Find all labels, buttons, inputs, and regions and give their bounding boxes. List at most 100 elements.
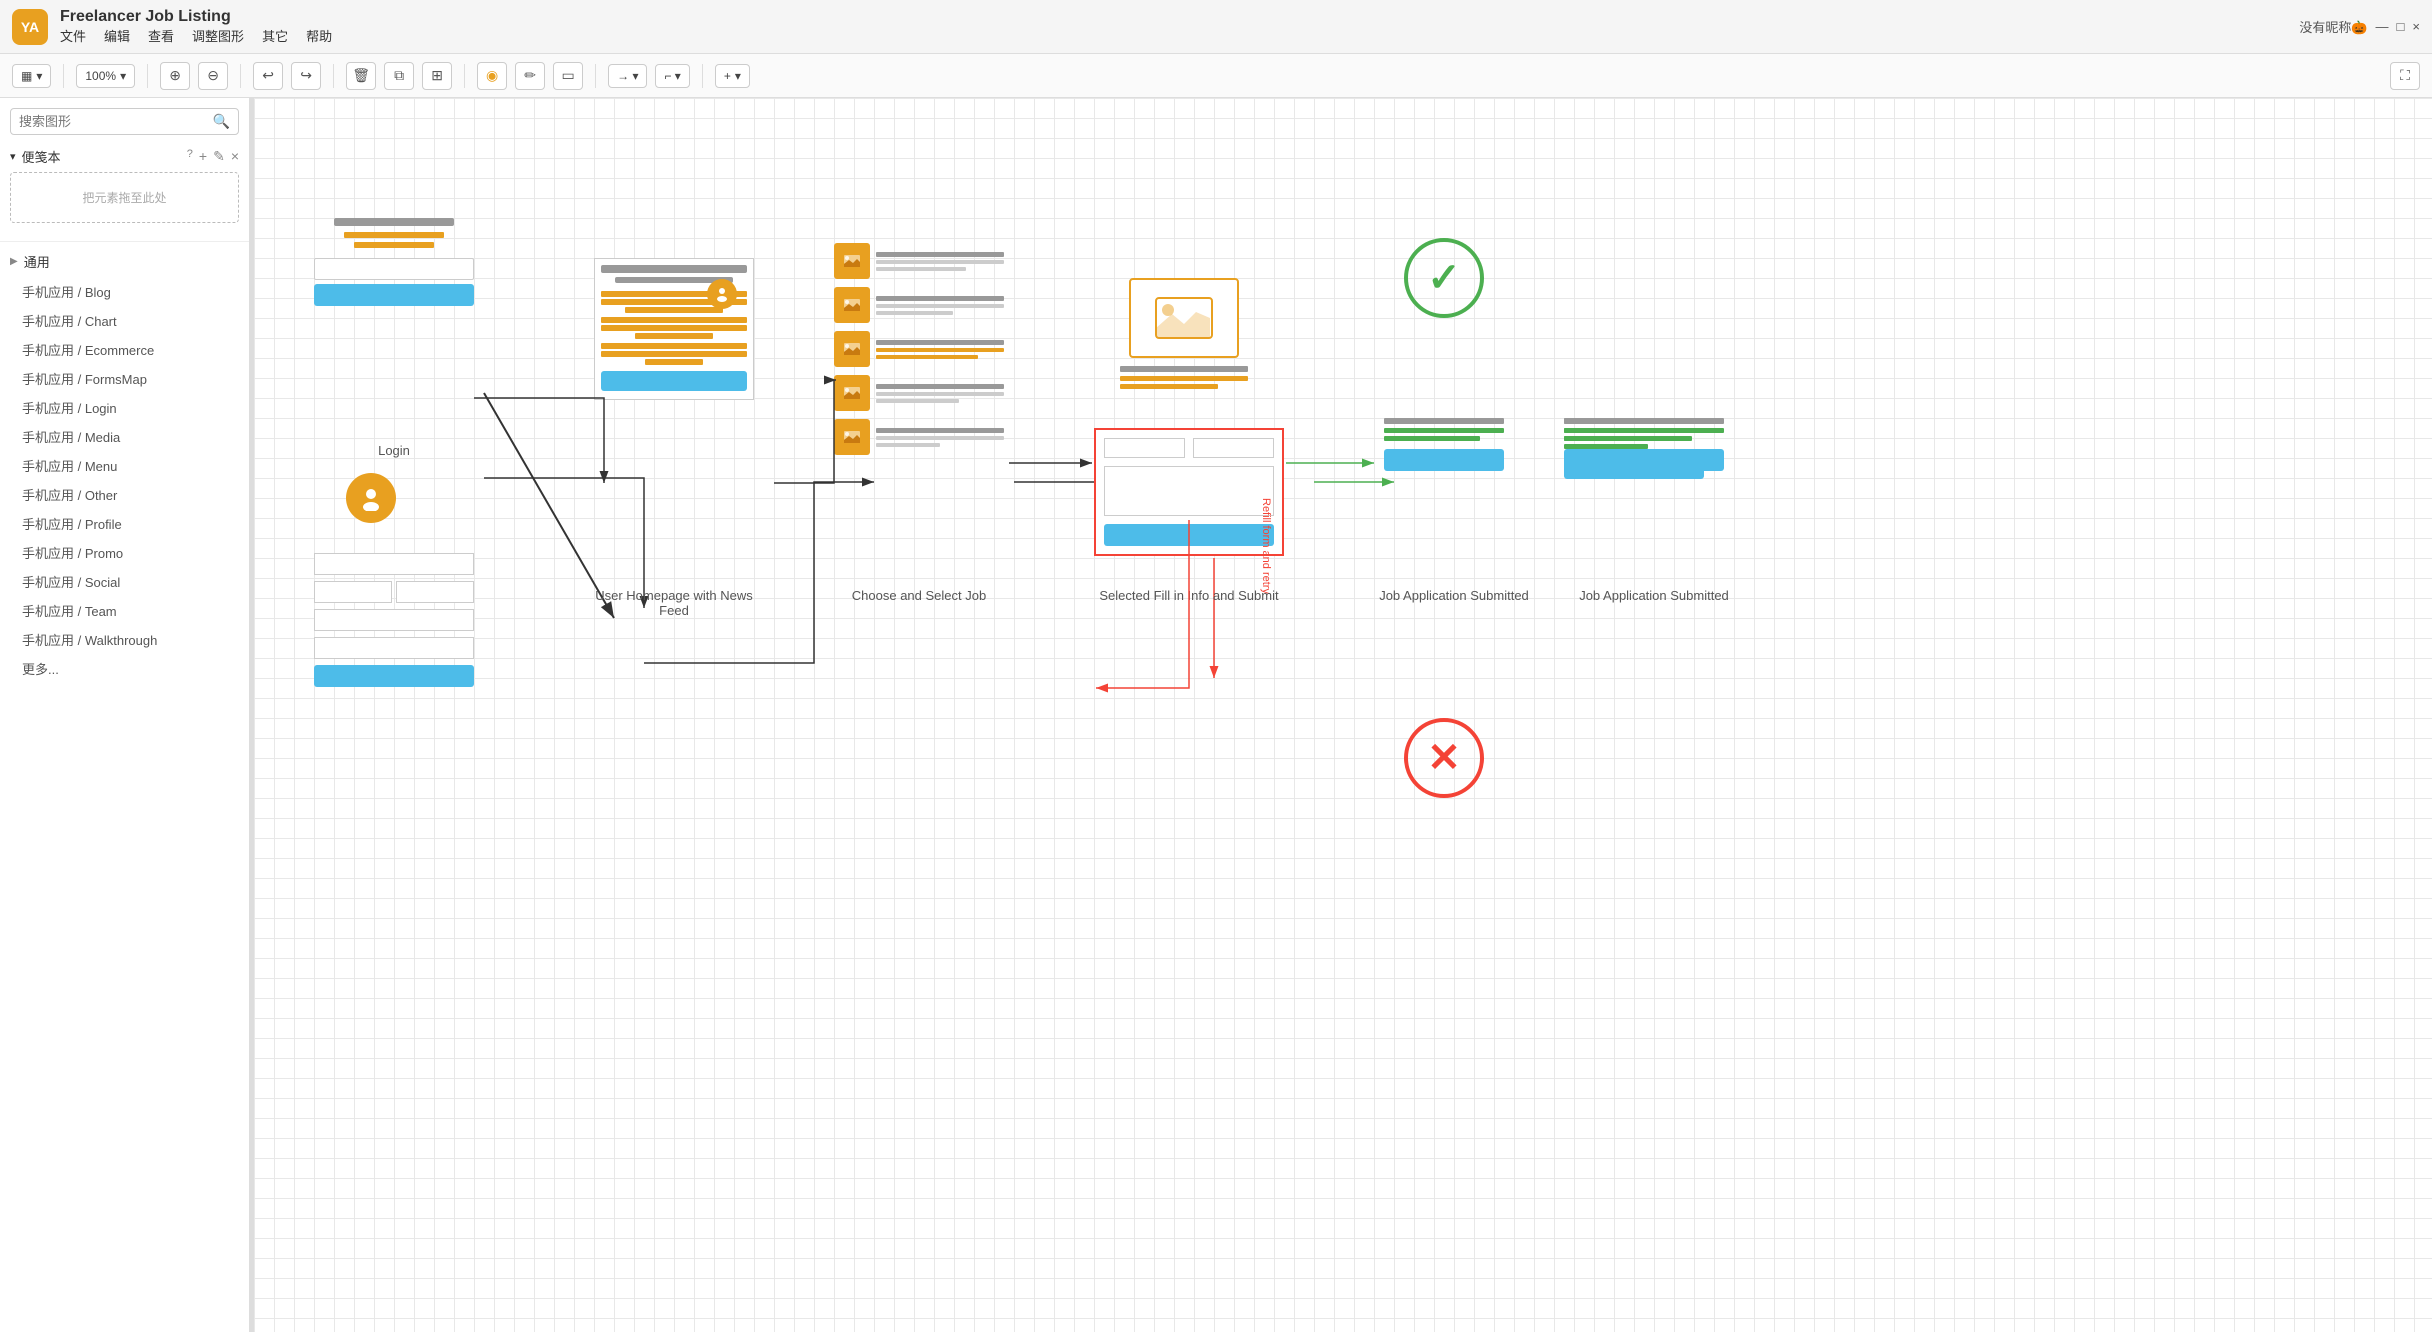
- search-bar[interactable]: 🔍: [10, 108, 239, 135]
- scratchpad-section: ▾ 便笺本 ? + ✎ × 把元素拖至此处: [0, 141, 249, 237]
- layout-arrow: ▾: [36, 69, 42, 83]
- paste-button[interactable]: ⊞: [422, 62, 452, 90]
- final-page-bars: [1564, 418, 1724, 471]
- fi-submit-btn: [1104, 524, 1274, 546]
- zoom-in-icon: ⊕: [169, 67, 181, 84]
- sidebar-item-mobile-social[interactable]: 手机应用 / Social: [0, 567, 249, 596]
- arrow-bent-icon: ⌐ ▾: [664, 69, 680, 83]
- sub-line1: [1384, 428, 1504, 433]
- choose-job-mockup: [834, 243, 1004, 459]
- window-close[interactable]: ×: [2412, 19, 2420, 34]
- jt1-line3: [876, 267, 966, 271]
- sidebar-item-mobile-menu[interactable]: 手机应用 / Menu: [0, 451, 249, 480]
- menu-bar[interactable]: 文件 编辑 查看 调整图形 其它 帮助: [60, 26, 332, 45]
- job-item-5: [834, 419, 1004, 455]
- sidebar-item-mobile-walkthrough[interactable]: 手机应用 / Walkthrough: [0, 625, 249, 654]
- jt3-line1: [876, 340, 1004, 345]
- refill-label: Refill form and retry: [1260, 498, 1272, 594]
- jt5-line2: [876, 436, 1004, 440]
- login-sub-bar: [344, 232, 444, 238]
- jt5-line3: [876, 443, 940, 447]
- window-maximize[interactable]: □: [2397, 19, 2405, 34]
- sidebar-item-mobile-media[interactable]: 手机应用 / Media: [0, 422, 249, 451]
- sidebar-item-more[interactable]: 更多...: [0, 654, 249, 683]
- copy-button[interactable]: ⧉: [384, 62, 414, 90]
- fill-button[interactable]: ◉: [477, 62, 507, 90]
- canvas-arrows: [254, 98, 2432, 1332]
- sidebar-item-general[interactable]: ▶ 通用: [0, 246, 249, 277]
- hp-feed9: [645, 359, 703, 365]
- sidebar-item-mobile-formsmap[interactable]: 手机应用 / FormsMap: [0, 364, 249, 393]
- sidebar-item-mobile-blog[interactable]: 手机应用 / Blog: [0, 277, 249, 306]
- zoom-level[interactable]: 100% ▾: [76, 64, 135, 88]
- zoom-arrow: ▾: [120, 69, 126, 83]
- stroke-button[interactable]: ✏: [515, 62, 545, 90]
- arrow-bent-button[interactable]: ⌐ ▾: [655, 64, 689, 88]
- delete-button[interactable]: 🗑: [346, 62, 376, 90]
- layout-icon: ▦: [21, 69, 32, 83]
- user-name: 没有昵称🎃: [2299, 17, 2367, 36]
- jt2-line1: [876, 296, 1004, 301]
- menu-file[interactable]: 文件: [60, 26, 86, 45]
- fill-info-label: Selected Fill in Info and Submit: [1084, 588, 1294, 603]
- fullscreen-button[interactable]: ⛶: [2390, 62, 2420, 90]
- hp-cta-btn: [601, 371, 747, 391]
- search-icon[interactable]: 🔍: [213, 113, 230, 130]
- scratchpad-arrow[interactable]: ▾: [10, 150, 16, 163]
- layout-button[interactable]: ▦ ▾: [12, 64, 51, 88]
- app-title: Freelancer Job Listing: [60, 8, 332, 26]
- add-button[interactable]: + ▾: [715, 64, 750, 88]
- zoom-out-button[interactable]: ⊖: [198, 62, 228, 90]
- arrow-straight-icon: → ▾: [617, 69, 638, 83]
- hp-avatar-icon: [714, 286, 730, 302]
- canvas[interactable]: Login: [254, 98, 2432, 1332]
- sidebar-item-mobile-promo[interactable]: 手机应用 / Promo: [0, 538, 249, 567]
- hp-feed5: [601, 325, 747, 331]
- sidebar-item-mobile-other[interactable]: 手机应用 / Other: [0, 480, 249, 509]
- job-icon-3: [834, 331, 870, 367]
- choose-job-label: Choose and Select Job: [824, 588, 1014, 603]
- scratchpad-close[interactable]: ×: [231, 148, 239, 165]
- menu-adjust[interactable]: 调整图形: [192, 26, 244, 45]
- job-detail-image: [1129, 278, 1239, 358]
- undo-button[interactable]: ↩: [253, 62, 283, 90]
- menu-view[interactable]: 查看: [148, 26, 174, 45]
- sidebar-item-mobile-chart[interactable]: 手机应用 / Chart: [0, 306, 249, 335]
- window-minimize[interactable]: —: [2376, 19, 2389, 34]
- homepage-mockup: [594, 258, 754, 400]
- scratchpad-add[interactable]: +: [199, 148, 207, 165]
- fullscreen-icon: ⛶: [2400, 67, 2410, 84]
- image-icon-4: [842, 385, 862, 401]
- sidebar-item-mobile-ecommerce[interactable]: 手机应用 / Ecommerce: [0, 335, 249, 364]
- jd-title: [1120, 366, 1248, 372]
- fill-info-mockup: Refill form and retry: [1094, 428, 1284, 556]
- menu-edit[interactable]: 编辑: [104, 26, 130, 45]
- title-section: Freelancer Job Listing 文件 编辑 查看 调整图形 其它 …: [60, 8, 332, 45]
- job-text-4: [876, 384, 1004, 403]
- login-sub-bar2: [354, 242, 434, 248]
- redo-icon: ↪: [300, 67, 312, 84]
- scratchpad-edit[interactable]: ✎: [213, 148, 225, 165]
- job-text-1: [876, 252, 1004, 271]
- scratchpad-help[interactable]: ?: [187, 148, 193, 165]
- jt4-line1: [876, 384, 1004, 389]
- form-submit-btn: [314, 665, 474, 687]
- zoom-in-button[interactable]: ⊕: [160, 62, 190, 90]
- sub-title: [1384, 418, 1504, 424]
- sidebar-item-mobile-profile[interactable]: 手机应用 / Profile: [0, 509, 249, 538]
- menu-help[interactable]: 帮助: [306, 26, 332, 45]
- search-input[interactable]: [19, 114, 213, 129]
- container-button[interactable]: ▭: [553, 62, 583, 90]
- sidebar-item-mobile-team[interactable]: 手机应用 / Team: [0, 596, 249, 625]
- job-item-4: [834, 375, 1004, 411]
- toolbar-sep-4: [333, 64, 334, 88]
- toolbar-sep-3: [240, 64, 241, 88]
- sidebar-item-mobile-login[interactable]: 手机应用 / Login: [0, 393, 249, 422]
- menu-other[interactable]: 其它: [262, 26, 288, 45]
- arrow-straight-button[interactable]: → ▾: [608, 64, 647, 88]
- toolbar-sep-2: [147, 64, 148, 88]
- job-text-3: [876, 340, 1004, 359]
- login-button: [314, 284, 474, 306]
- hp-feed8: [601, 351, 747, 357]
- redo-button[interactable]: ↪: [291, 62, 321, 90]
